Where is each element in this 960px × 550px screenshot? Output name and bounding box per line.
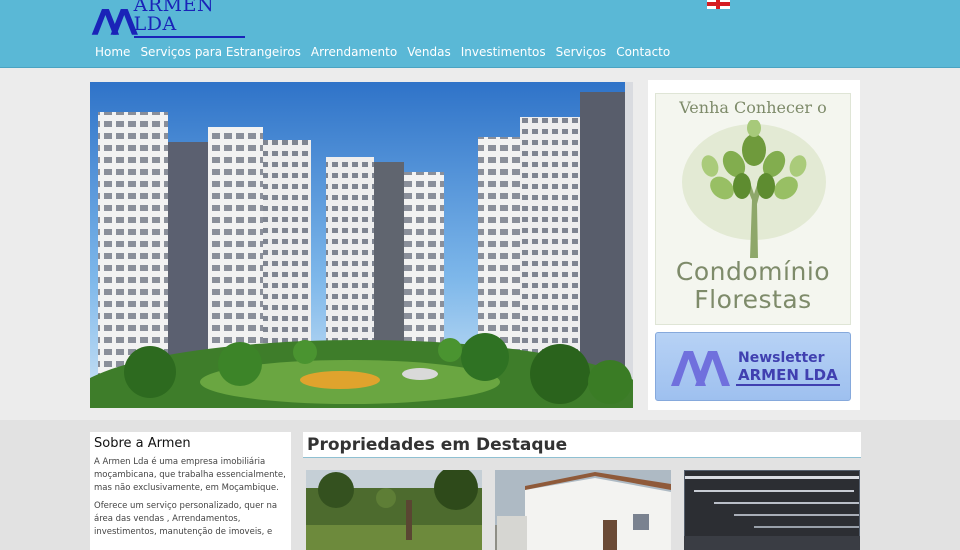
site-header: ARMEN LDA Home Serviços para Estrangeiro… [0, 0, 960, 68]
nav-contacto[interactable]: Contacto [611, 44, 675, 60]
property-thumbnail-2[interactable] [495, 470, 671, 550]
armen-logo-icon [671, 351, 730, 386]
nav-servicos-estrangeiros[interactable]: Serviços para Estrangeiros [135, 44, 305, 60]
newsletter-button[interactable]: Newsletter ARMEN LDA [655, 332, 851, 401]
featured-properties: Propriedades em Destaque [303, 432, 861, 550]
newsletter-label: Newsletter [738, 350, 825, 366]
hero-buildings-illustration [90, 82, 633, 408]
condo-subtitle: Venha Conhecer o [679, 98, 827, 117]
condominio-banner[interactable]: Venha Conhecer o Condomínio Florestas [655, 93, 851, 325]
condo-title: Condomínio Florestas [656, 258, 850, 314]
property-image-garden [306, 470, 482, 550]
about-paragraph-2: Oferece um serviço personalizado, quer n… [94, 501, 278, 537]
about-paragraph-1: A Armen Lda é uma empresa imobiliária mo… [94, 457, 286, 493]
nav-home[interactable]: Home [90, 44, 135, 60]
featured-title: Propriedades em Destaque [303, 432, 861, 458]
promo-sidebar: Venha Conhecer o Condomínio Florestas Ne… [648, 80, 860, 410]
nav-vendas[interactable]: Vendas [402, 44, 456, 60]
hero-image[interactable] [90, 82, 633, 408]
england-flag-icon[interactable] [707, 0, 730, 9]
about-box: Sobre a Armen A Armen Lda é uma empresa … [90, 432, 291, 550]
condo-title-line2: Florestas [694, 285, 812, 314]
main-nav: Home Serviços para Estrangeiros Arrendam… [90, 44, 675, 60]
property-image-house [495, 470, 671, 550]
logo-mark-icon [91, 9, 138, 35]
nav-investimentos[interactable]: Investimentos [456, 44, 551, 60]
logo-text: ARMEN LDA [133, 0, 245, 38]
property-thumbnail-1[interactable] [306, 470, 482, 550]
condo-title-line1: Condomínio [675, 257, 831, 286]
logo[interactable]: ARMEN LDA [90, 0, 245, 38]
about-title: Sobre a Armen [94, 436, 191, 451]
nav-servicos[interactable]: Serviços [551, 44, 612, 60]
property-image-warehouse [684, 470, 860, 550]
property-thumbnail-3[interactable] [684, 470, 860, 550]
newsletter-brand: ARMEN LDA [736, 366, 840, 386]
tree-icon [682, 120, 826, 258]
nav-arrendamento[interactable]: Arrendamento [306, 44, 402, 60]
